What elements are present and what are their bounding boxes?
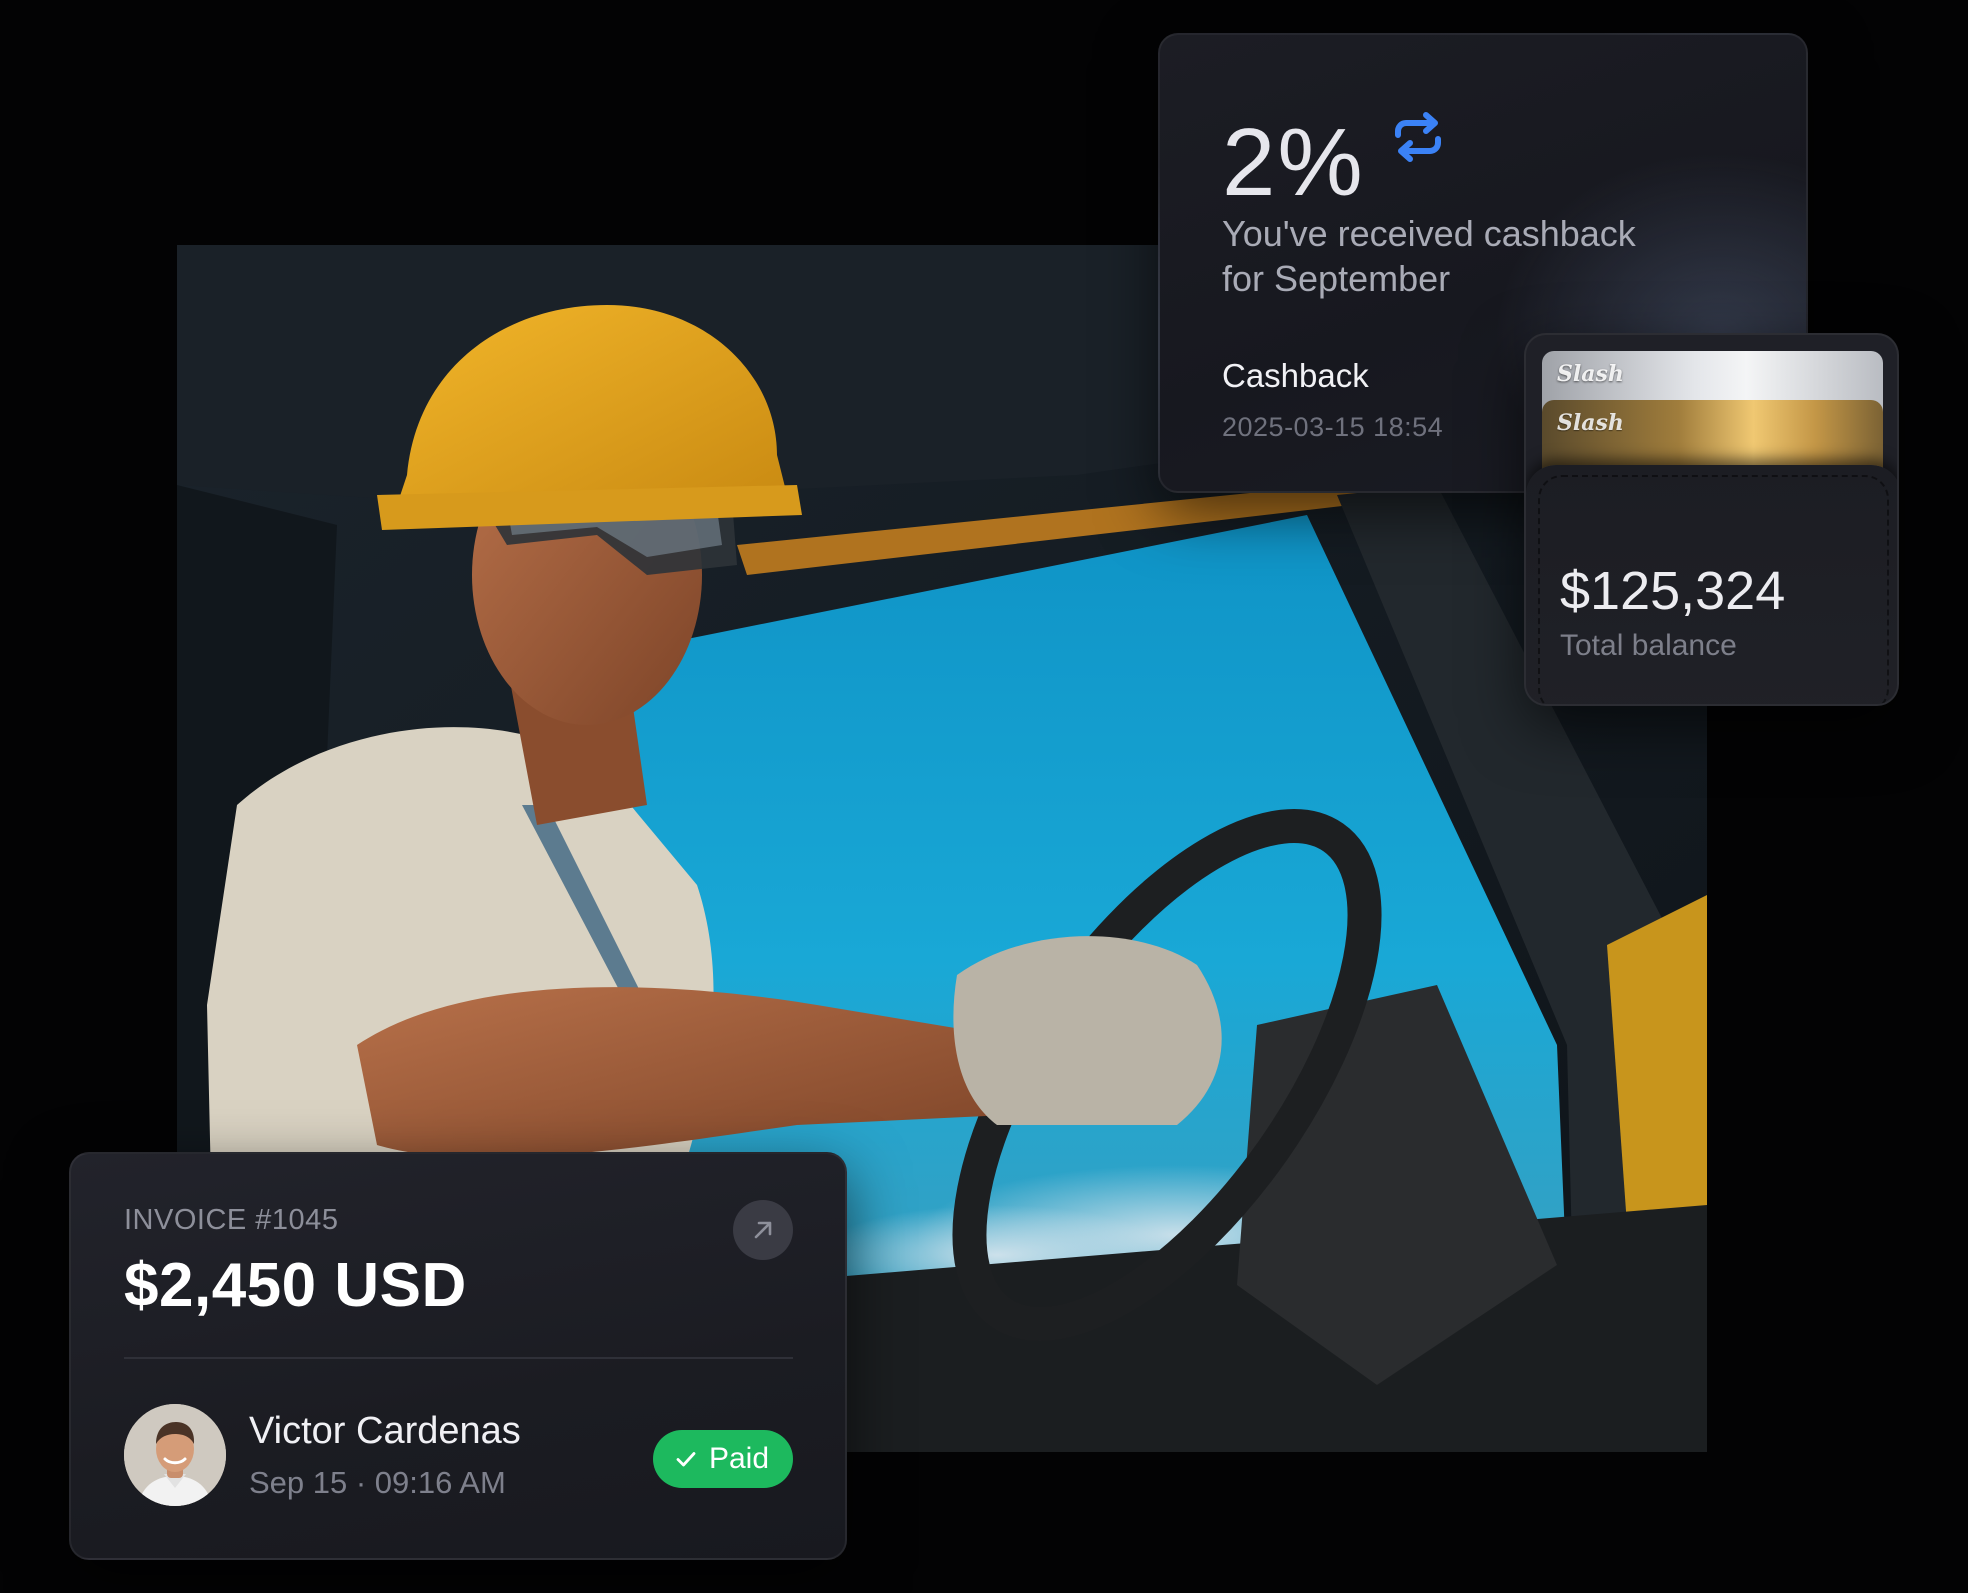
check-icon bbox=[676, 1452, 696, 1467]
invoice-amount: $2,450 USD bbox=[124, 1251, 467, 1320]
status-badge: Paid bbox=[652, 1430, 793, 1488]
open-invoice-button[interactable] bbox=[733, 1200, 793, 1260]
invoice-number: INVOICE #1045 bbox=[124, 1204, 339, 1236]
cashback-timestamp: 2025-03-15 18:54 bbox=[1222, 412, 1444, 442]
total-balance-label: Total balance bbox=[1560, 629, 1737, 662]
promo-stage: 2% You've received cashback for Septembe… bbox=[0, 0, 1968, 1593]
card-brand-label: Slash bbox=[1557, 361, 1624, 387]
repeat-icon bbox=[1395, 112, 1441, 162]
card-brand-label: Slash bbox=[1557, 410, 1624, 436]
cashback-title: Cashback bbox=[1222, 357, 1369, 394]
status-badge-label: Paid bbox=[708, 1442, 769, 1475]
customer-name: Victor Cardenas bbox=[249, 1410, 521, 1452]
cashback-percent: 2% bbox=[1222, 109, 1365, 216]
arrow-up-right-icon bbox=[754, 1221, 772, 1239]
invoice-divider bbox=[124, 1357, 793, 1359]
invoice-date: Sep 15 · 09:16 AM bbox=[249, 1465, 506, 1500]
invoice-card[interactable]: INVOICE #1045 $2,450 USD Victor Cardenas… bbox=[69, 1152, 847, 1560]
cashback-description: You've received cashback for September bbox=[1222, 213, 1636, 299]
avatar-portrait bbox=[124, 1404, 226, 1506]
total-balance-amount: $125,324 bbox=[1560, 561, 1786, 621]
avatar bbox=[124, 1404, 226, 1506]
wallet-balance-card[interactable]: Slash Slash $125,324 Total balance bbox=[1524, 333, 1899, 706]
